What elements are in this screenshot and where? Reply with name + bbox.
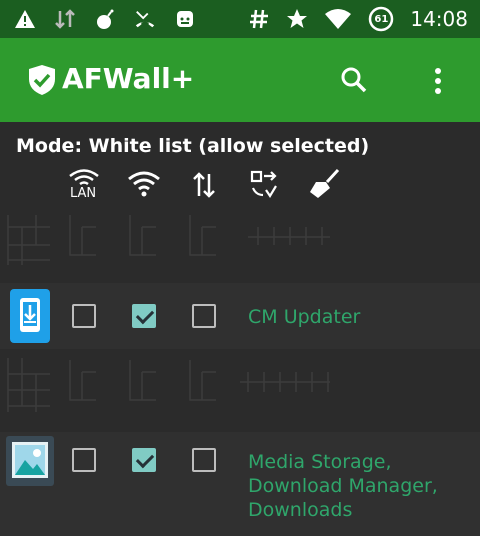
shield-check-icon (28, 64, 56, 96)
lan-checkbox[interactable] (72, 304, 96, 328)
faded-row (0, 205, 480, 275)
app-title: AFWall+ (62, 62, 195, 95)
app-label-line: Media Storage, (248, 451, 392, 473)
image-app-icon (6, 436, 54, 486)
list-item[interactable]: Media Storage, Download Manager, Downloa… (0, 432, 480, 536)
app-bar: AFWall+ (0, 38, 480, 122)
status-bar: 61 14:08 (0, 0, 480, 38)
data-checkbox[interactable] (192, 304, 216, 328)
wifi-checkbox[interactable] (132, 448, 156, 472)
mobile-data-icon[interactable] (186, 170, 222, 206)
wifi-icon[interactable] (126, 170, 162, 206)
more-vert-icon[interactable] (426, 66, 450, 96)
search-icon[interactable] (338, 64, 370, 96)
app-label: Media Storage, Download Manager, Downloa… (248, 450, 438, 522)
lan-checkbox[interactable] (72, 448, 96, 472)
download-app-icon (10, 289, 50, 343)
battery-circle-icon: 61 (368, 6, 394, 32)
clock: 14:08 (410, 7, 468, 31)
app-label-line: Download Manager, (248, 475, 438, 497)
hash-icon (248, 8, 270, 30)
bomb-icon (94, 8, 116, 30)
missed-call-icon (134, 8, 156, 30)
clean-broom-icon[interactable] (306, 168, 342, 204)
star-icon (286, 8, 308, 30)
battery-level: 61 (374, 13, 389, 25)
list-item[interactable]: CM Updater (0, 283, 480, 349)
faded-row (0, 350, 480, 420)
data-checkbox[interactable] (192, 448, 216, 472)
lan-label: LAN (70, 186, 97, 201)
android-icon (174, 8, 196, 30)
roaming-icon[interactable] (246, 168, 282, 204)
wifi-icon (324, 8, 352, 30)
mode-label: Mode: White list (allow selected) (16, 135, 370, 157)
app-label-line: Downloads (248, 499, 353, 521)
wifi-checkbox[interactable] (132, 304, 156, 328)
data-transfer-icon (54, 8, 76, 30)
app-label: CM Updater (248, 306, 361, 328)
warning-icon (14, 8, 36, 30)
